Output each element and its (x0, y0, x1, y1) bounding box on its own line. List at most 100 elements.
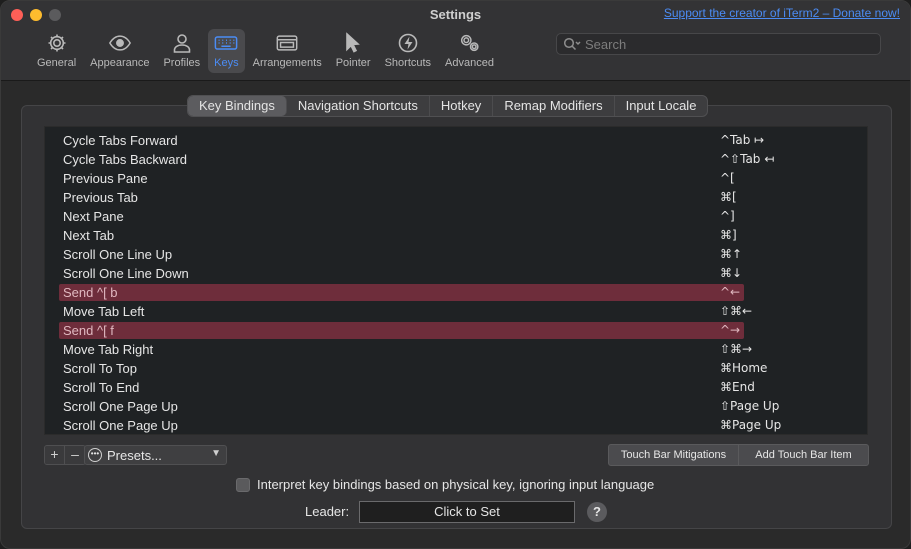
conflict-highlight (59, 284, 744, 301)
binding-action: Cycle Tabs Forward (63, 133, 178, 148)
table-row[interactable]: Previous Tab ⌘[ (45, 189, 867, 208)
pointer-icon (341, 31, 365, 55)
search-input[interactable] (585, 36, 865, 52)
binding-action: Scroll One Page Up (63, 418, 178, 433)
physical-key-option[interactable]: Interpret key bindings based on physical… (236, 477, 654, 492)
toolbar-label: Advanced (445, 57, 494, 69)
toolbar-pointer[interactable]: Pointer (330, 29, 377, 73)
tab-key-bindings[interactable]: Key Bindings (188, 96, 287, 116)
binding-action: Move Tab Left (63, 304, 145, 319)
tab-remap-modifiers[interactable]: Remap Modifiers (493, 96, 615, 116)
chevron-down-icon: ▼ (211, 448, 221, 459)
binding-key: ⌘End (720, 380, 755, 394)
leader-click-to-set-button[interactable]: Click to Set (359, 501, 575, 523)
keys-tab-bar: Key Bindings Navigation Shortcuts Hotkey… (187, 95, 709, 117)
presets-label: Presets... (107, 447, 162, 463)
binding-key: ^→ (720, 323, 741, 337)
binding-key: ^[ (720, 171, 735, 185)
remove-binding-button[interactable]: – (65, 446, 85, 464)
binding-action: Cycle Tabs Backward (63, 152, 188, 167)
physical-key-label: Interpret key bindings based on physical… (257, 477, 655, 492)
binding-key: ⇧⌘→ (720, 342, 753, 356)
binding-key: ^Tab ↦ (720, 133, 765, 147)
toolbar-label: Arrangements (252, 57, 322, 69)
bolt-icon (396, 31, 420, 55)
table-row-highlighted[interactable]: Send ^[ f ^→ (45, 322, 867, 341)
table-row[interactable]: Move Tab Left ⇧⌘← (45, 303, 867, 322)
table-row[interactable]: Scroll One Page Up ⇧Page Up (45, 398, 867, 417)
table-row[interactable]: Cycle Tabs Backward ^⇧Tab ↤ (45, 151, 867, 170)
settings-window: Settings Support the creator of iTerm2 –… (0, 0, 911, 549)
toolbar-shortcuts[interactable]: Shortcuts (379, 29, 437, 73)
add-touch-bar-item-button[interactable]: Add Touch Bar Item (738, 444, 869, 466)
binding-action: Scroll To End (63, 380, 140, 395)
binding-key: ⌘↑ (720, 247, 743, 261)
donate-link[interactable]: Support the creator of iTerm2 – Donate n… (664, 6, 900, 20)
search-field[interactable] (556, 33, 881, 55)
toolbar-keys[interactable]: Keys (208, 29, 245, 73)
toolbar-profiles[interactable]: Profiles (157, 29, 206, 73)
table-row[interactable]: Next Pane ^] (45, 208, 867, 227)
toolbar-label: Shortcuts (384, 57, 432, 69)
binding-action: Send ^[ b (63, 285, 118, 300)
key-bindings-table[interactable]: Cycle Tabs Forward ^Tab ↦ Cycle Tabs Back… (44, 126, 868, 435)
binding-action: Next Tab (63, 228, 115, 243)
tab-navigation-shortcuts[interactable]: Navigation Shortcuts (287, 96, 430, 116)
physical-key-checkbox[interactable] (236, 477, 250, 492)
binding-key: ^] (720, 209, 735, 223)
tab-locale-label: Locale (658, 98, 697, 113)
binding-key: ⌘Home (720, 361, 768, 375)
touch-bar-mitigations-button[interactable]: Touch Bar Mitigations (608, 444, 739, 466)
table-row[interactable]: Scroll To End ⌘End (45, 379, 867, 398)
table-row[interactable]: Scroll To Top ⌘Home (45, 360, 867, 379)
table-row-highlighted[interactable]: Send ^[ b ^← (45, 284, 867, 303)
table-row[interactable]: Scroll One Line Down ⌘↓ (45, 265, 867, 284)
binding-action: Scroll One Page Up (63, 399, 178, 414)
presets-dropdown[interactable]: ••• Presets... ▼ (84, 445, 227, 465)
eye-icon (108, 31, 132, 55)
toolbar-label: Profiles (163, 57, 201, 69)
person-icon (170, 31, 194, 55)
table-row[interactable]: Move Tab Right ⇧⌘→ (45, 341, 867, 360)
binding-action: Scroll To Top (63, 361, 137, 376)
binding-key: ⇧⌘← (720, 304, 753, 318)
binding-key: ⌘] (720, 228, 737, 242)
binding-key: ⌘↓ (720, 266, 743, 280)
binding-action: Previous Tab (63, 190, 138, 205)
help-button[interactable]: ? (587, 502, 607, 522)
binding-action: Previous Pane (63, 171, 148, 186)
table-row[interactable]: Scroll One Line Up ⌘↑ (45, 246, 867, 265)
binding-action: Scroll One Line Up (63, 247, 173, 262)
toolbar-advanced[interactable]: Advanced (439, 29, 500, 73)
binding-key: ^⇧Tab ↤ (720, 152, 775, 166)
binding-key: ^← (720, 285, 741, 299)
gear-icon (45, 31, 69, 55)
toolbar-arrangements[interactable]: Arrangements (247, 29, 328, 73)
search-icon (563, 37, 581, 51)
toolbar-appearance[interactable]: Appearance (84, 29, 155, 73)
binding-action: Move Tab Right (63, 342, 154, 357)
toolbar-label: General (37, 57, 77, 69)
gears-icon (458, 31, 482, 55)
tab-hotkey[interactable]: Hotkey (430, 96, 494, 116)
binding-action: Next Pane (63, 209, 124, 224)
keyboard-icon (214, 31, 238, 55)
binding-key: ⌘[ (720, 190, 737, 204)
window-icon (275, 31, 299, 55)
ellipsis-icon: ••• (88, 448, 102, 462)
conflict-highlight (59, 322, 744, 339)
add-binding-button[interactable]: + (45, 446, 65, 464)
tab-input-locale[interactable]: Input Locale (615, 96, 708, 116)
toolbar-general[interactable]: General (31, 29, 82, 73)
toolbar-label: Keys (214, 57, 239, 69)
add-remove-buttons: + – (44, 445, 86, 465)
table-row[interactable]: Cycle Tabs Forward ^Tab ↦ (45, 132, 867, 151)
table-row[interactable]: Next Tab ⌘] (45, 227, 867, 246)
binding-action: Scroll One Line Down (63, 266, 189, 281)
toolbar-label: Pointer (335, 57, 371, 69)
table-row[interactable]: Scroll One Page Up ⌘Page Up (45, 417, 867, 434)
table-row[interactable]: Previous Pane ^[ (45, 170, 867, 189)
title-bar: Settings Support the creator of iTerm2 –… (1, 1, 910, 81)
binding-action: Send ^[ f (63, 323, 114, 338)
binding-key: ⌘Page Up (720, 418, 782, 432)
